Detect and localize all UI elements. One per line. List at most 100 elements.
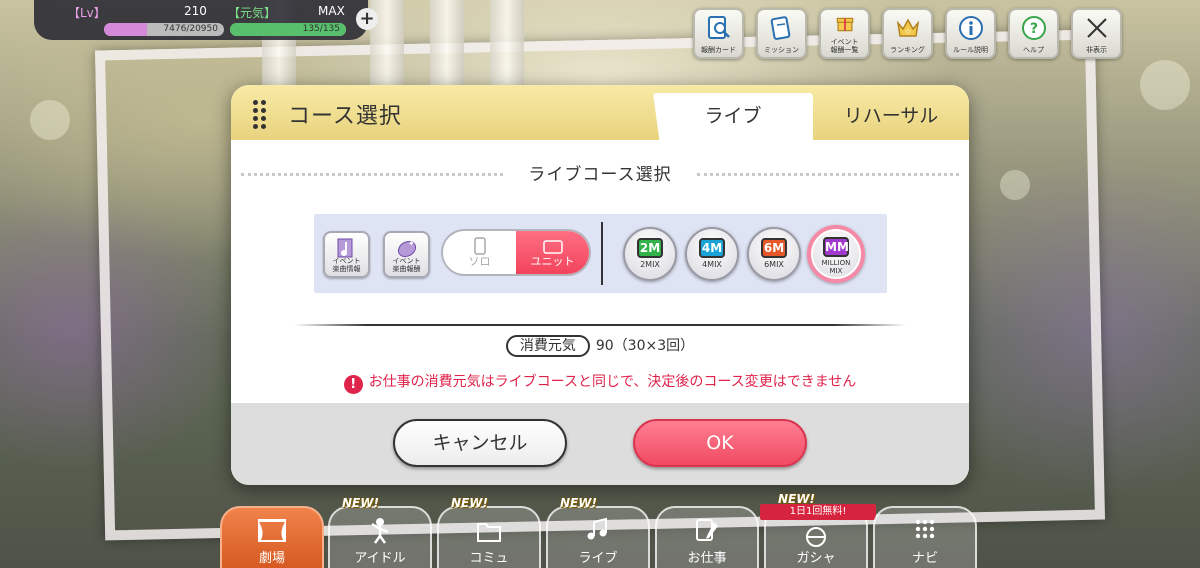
help-button[interactable]: ? ヘルプ bbox=[1008, 8, 1059, 59]
nav-gacha[interactable]: NEW! 1日1回無料! ガシャ bbox=[760, 492, 876, 568]
folder-icon bbox=[477, 523, 501, 542]
event-song-info-button[interactable]: イベント 楽曲情報 bbox=[323, 231, 370, 278]
exp-value: 7476/20950 bbox=[163, 24, 218, 34]
million-mix-button[interactable]: MM MILLION MIX bbox=[807, 225, 865, 283]
nav-live-label: ライブ bbox=[578, 551, 618, 566]
hide-button[interactable]: 非表示 bbox=[1071, 8, 1122, 59]
nav-work[interactable]: お仕事 bbox=[655, 506, 759, 568]
mission-label: ミッション bbox=[764, 46, 799, 54]
genki-bar: 135/135 bbox=[230, 23, 346, 36]
music-note-icon bbox=[587, 517, 607, 540]
cancel-button[interactable]: キャンセル bbox=[393, 419, 567, 467]
nav-theater-label: 劇場 bbox=[258, 551, 285, 566]
event-song-info-label: イベント 楽曲情報 bbox=[332, 257, 361, 273]
bokeh bbox=[1000, 170, 1030, 200]
hide-label: 非表示 bbox=[1086, 46, 1107, 54]
top-menu: 報酬カード ミッション イベント 報酬一覧 ☆ ランキング ルール説明 ? ヘル… bbox=[693, 8, 1122, 59]
svg-text:✦: ✦ bbox=[408, 239, 415, 248]
section-title: ライブコース選択 bbox=[528, 165, 672, 185]
nav-navi-label: ナビ bbox=[911, 551, 938, 566]
ok-button[interactable]: OK bbox=[633, 419, 807, 467]
help-icon: ? bbox=[1021, 16, 1046, 40]
nav-gacha-label: ガシャ bbox=[796, 551, 836, 566]
grid-dots-icon bbox=[915, 519, 935, 539]
vertical-divider bbox=[601, 222, 603, 285]
section-heading: ライブコース選択 bbox=[231, 160, 969, 186]
exp-bar: 7476/20950 bbox=[104, 23, 224, 36]
dialog-title: コース選択 bbox=[288, 104, 402, 129]
level-value: 210 bbox=[184, 4, 207, 18]
cost-label: 消費元気 bbox=[505, 335, 590, 357]
reward-card-label: 報酬カード bbox=[701, 46, 736, 54]
mission-button[interactable]: ミッション bbox=[756, 8, 807, 59]
nav-commu[interactable]: NEW! コミュ bbox=[437, 496, 541, 568]
warning-icon: ! bbox=[343, 375, 363, 394]
svg-text:☆: ☆ bbox=[904, 27, 911, 36]
add-genki-button[interactable]: + bbox=[356, 8, 378, 30]
nav-idol[interactable]: NEW! アイドル bbox=[328, 496, 432, 568]
info-icon bbox=[958, 16, 983, 40]
nav-idol-label: アイドル bbox=[354, 551, 406, 566]
gift-box-icon bbox=[836, 17, 853, 32]
event-reward-list-button[interactable]: イベント 報酬一覧 bbox=[819, 8, 870, 59]
course-select-dialog: コース選択 ライブ リハーサル ライブコース選択 イベント 楽曲情報 ✦ イベン… bbox=[231, 85, 969, 485]
new-badge: NEW! bbox=[560, 496, 597, 510]
reward-card-button[interactable]: 報酬カード bbox=[693, 8, 744, 59]
help-label: ヘルプ bbox=[1023, 46, 1044, 54]
nav-navi[interactable]: ナビ bbox=[873, 506, 977, 568]
new-badge: NEW! bbox=[451, 496, 488, 510]
close-icon bbox=[1086, 18, 1107, 38]
svg-text:?: ? bbox=[1029, 21, 1037, 37]
grip-icon bbox=[253, 100, 267, 129]
solo-label: ソロ bbox=[468, 255, 491, 268]
dialog-footer: キャンセル OK bbox=[231, 403, 969, 485]
course-panel: イベント 楽曲情報 ✦ イベント 楽曲報酬 ソロ ユニット 2M 2MIX 4M… bbox=[314, 214, 887, 293]
nav-theater[interactable]: 劇場 bbox=[220, 506, 324, 568]
event-song-reward-button[interactable]: ✦ イベント 楽曲報酬 bbox=[383, 231, 430, 278]
phone-landscape-icon bbox=[542, 240, 563, 254]
solo-option[interactable]: ソロ bbox=[443, 231, 516, 274]
genki-max-label: MAX bbox=[318, 4, 345, 18]
star-crown-icon: ☆ bbox=[896, 18, 919, 37]
unit-option[interactable]: ユニット bbox=[516, 231, 589, 274]
card-search-icon bbox=[707, 16, 730, 39]
million-mix-label: MILLION MIX bbox=[821, 259, 851, 275]
notebook-pen-icon bbox=[696, 519, 718, 541]
ranking-label: ランキング bbox=[890, 46, 925, 54]
idol-pose-icon bbox=[371, 518, 389, 544]
solo-unit-toggle: ソロ ユニット bbox=[441, 229, 591, 276]
tab-rehearsal[interactable]: リハーサル bbox=[813, 93, 969, 140]
theater-stage-icon bbox=[258, 519, 286, 542]
mix-2-button[interactable]: 2M 2MIX bbox=[623, 227, 677, 281]
exp-bar-fill bbox=[104, 23, 147, 36]
cost-row: 消費元気 90（30×3回） bbox=[231, 335, 969, 357]
bottom-nav: 劇場 NEW! アイドル NEW! コミュ NEW! ライブ お仕事 NEW! … bbox=[220, 492, 980, 568]
bokeh bbox=[30, 100, 70, 140]
mix-6-badge: 6M bbox=[761, 238, 787, 258]
warning-text: お仕事の消費元気はライブコースと同じで、決定後のコース変更はできません bbox=[368, 374, 857, 390]
genki-value: 135/135 bbox=[302, 24, 340, 34]
player-status: 【Lv】 210 【元気】 MAX 7476/20950 135/135 + bbox=[34, 0, 378, 40]
event-reward-list-label: イベント 報酬一覧 bbox=[830, 38, 859, 54]
mix-2-label: 2MIX bbox=[640, 260, 660, 269]
warning-row: ! お仕事の消費元気はライブコースと同じで、決定後のコース変更はできません bbox=[231, 371, 969, 394]
rule-explain-button[interactable]: ルール説明 bbox=[945, 8, 996, 59]
cost-value: 90（30×3回） bbox=[595, 338, 695, 354]
mix-6-label: 6MIX bbox=[764, 260, 784, 269]
new-badge: NEW! bbox=[342, 496, 379, 510]
free-daily-badge: 1日1回無料! bbox=[760, 504, 876, 520]
level-label: 【Lv】 bbox=[68, 6, 106, 20]
mix-6-button[interactable]: 6M 6MIX bbox=[747, 227, 801, 281]
mix-4-badge: 4M bbox=[699, 238, 725, 258]
event-song-reward-label: イベント 楽曲報酬 bbox=[392, 257, 421, 273]
mission-card-icon bbox=[770, 16, 790, 40]
mix-2-badge: 2M bbox=[637, 238, 663, 258]
million-mix-badge: MM bbox=[823, 237, 849, 257]
nav-live[interactable]: NEW! ライブ bbox=[546, 496, 650, 568]
horizontal-divider bbox=[294, 324, 906, 326]
nav-work-label: お仕事 bbox=[687, 551, 727, 566]
tab-live[interactable]: ライブ bbox=[653, 93, 813, 140]
ranking-button[interactable]: ☆ ランキング bbox=[882, 8, 933, 59]
mix-4-button[interactable]: 4M 4MIX bbox=[685, 227, 739, 281]
dialog-header: コース選択 ライブ リハーサル bbox=[231, 85, 969, 140]
